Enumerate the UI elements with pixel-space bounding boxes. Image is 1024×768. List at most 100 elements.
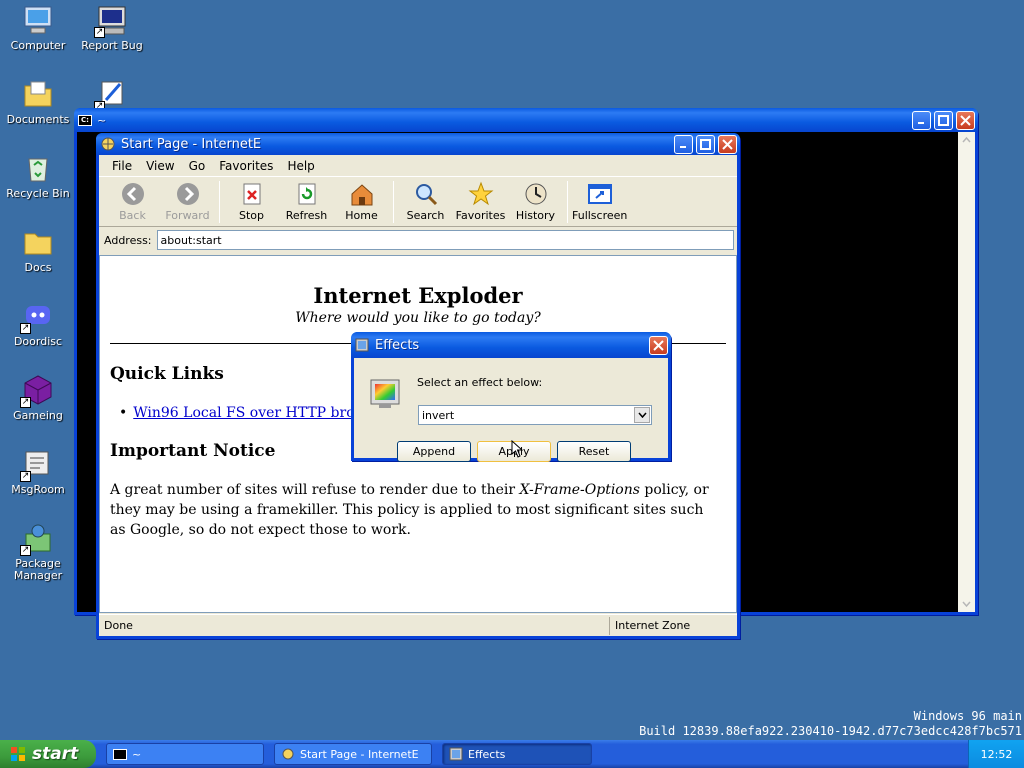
terminal-scrollbar[interactable] [958,132,975,612]
effects-prompt: Select an effect below: [417,376,543,389]
status-text: Done [104,619,133,632]
browser-close-button[interactable] [718,134,737,154]
menu-item-view[interactable]: View [139,159,181,173]
desktop-icon-documents[interactable]: Documents [0,78,76,126]
browser-app-icon [101,137,115,151]
history-button[interactable]: History [508,181,563,222]
effects-dialog[interactable]: Effects Select an effect below: invert A… [351,332,671,462]
browser-minimize-button[interactable] [674,134,693,154]
menu-item-help[interactable]: Help [280,159,321,173]
favorites-button[interactable]: Favorites [453,181,508,222]
desktop-icon-doordisc[interactable]: ↗ Doordisc [0,300,76,348]
start-button[interactable]: start [0,740,96,768]
stop-icon [239,181,265,207]
page-tagline: Where would you like to go today? [295,310,541,326]
terminal-task-icon [113,748,127,760]
desktop-icon-label: Report Bug [81,39,143,52]
desktop-icon-recycle-bin[interactable]: Recycle Bin [0,152,76,200]
package-manager-icon: ↗ [20,522,54,556]
terminal-close-button[interactable] [956,110,975,130]
desktop-icon-computer[interactable]: Computer [0,4,76,52]
desktop-icon-label: MsgRoom [11,483,65,496]
computer-icon [22,4,54,36]
toolbar-button-label: Favorites [455,209,506,222]
menu-item-file[interactable]: File [105,159,139,173]
refresh-icon [294,181,320,207]
desktop-icon-report-bug[interactable]: ↗ Report Bug [74,4,150,52]
clock[interactable]: 12:52 [981,748,1013,761]
desktop-icon-gameing[interactable]: ↗ Gameing [0,374,76,422]
desktop-icon-package-manager[interactable]: ↗ Package Manager [0,522,76,582]
menu-item-go[interactable]: Go [182,159,213,173]
chevron-down-icon [637,412,647,418]
append-button[interactable]: Append [397,441,471,462]
taskbar: start ~ Start Page - InternetE Effects 1… [0,740,1024,768]
effect-select[interactable]: invert [418,405,652,425]
back-arrow-icon [120,181,146,207]
scroll-up-arrow-icon[interactable] [958,132,975,149]
home-button[interactable]: Home [334,181,389,222]
menu-item-favorites[interactable]: Favorites [212,159,280,173]
notice-paragraph: A great number of sites will refuse to r… [110,480,718,540]
desktop-icon-msgroom[interactable]: ↗ MsgRoom [0,448,76,496]
browser-toolbar: Back Forward Stop Refresh Home Search Favorite… [99,177,737,227]
fullscreen-button[interactable]: Fullscreen [572,181,627,222]
browser-maximize-button[interactable] [696,134,715,154]
watermark-line2: Build 12839.88efa922.230410-1942.d77c73e… [639,724,1022,738]
shortcut-arrow-icon: ↗ [20,471,31,482]
effects-app-icon [355,338,369,352]
effects-close-button[interactable] [649,335,668,355]
scroll-down-arrow-icon[interactable] [958,595,975,612]
build-watermark: Windows 96 main Build 12839.88efa922.230… [639,709,1022,739]
refresh-button[interactable]: Refresh [279,181,334,222]
documents-icon [22,78,54,110]
task-browser[interactable]: Start Page - InternetE [274,743,432,765]
report-bug-icon: ↗ [94,4,128,38]
status-bar: Done Internet Zone [99,614,737,636]
desktop-icon-label: Package Manager [13,557,63,582]
stop-button[interactable]: Stop [224,181,279,222]
notice-italic: X-Frame-Options [519,482,640,498]
dropdown-button[interactable] [634,407,650,423]
task-browser-label: Start Page - InternetE [300,747,419,761]
toolbar-button-label: Search [406,209,445,222]
reset-button[interactable]: Reset [557,441,631,462]
address-input[interactable] [156,230,734,250]
notice-text-1: A great number of sites will refuse to r… [110,482,520,498]
fullscreen-icon [587,181,613,207]
effects-task-icon [449,747,463,761]
desktop-icon-label: Computer [10,39,66,52]
page-heading: Internet Exploder [313,283,523,308]
terminal-app-icon: C: [78,114,92,126]
shortcut-arrow-icon: ↗ [94,27,105,38]
toolbar-button-label: Back [119,209,146,222]
terminal-maximize-button[interactable] [934,110,953,130]
desktop-icon-docs[interactable]: Docs [0,226,76,274]
shortcut-arrow-icon: ↗ [20,397,31,408]
msgroom-icon: ↗ [20,448,54,482]
task-terminal[interactable]: ~ [106,743,264,765]
effects-title: Effects [375,337,420,353]
shortcut-arrow-icon: ↗ [20,323,31,334]
task-effects-label: Effects [468,747,506,761]
desktop-icon-label: Gameing [13,409,63,422]
zone-text: Internet Zone [615,619,691,632]
task-effects[interactable]: Effects [442,743,592,765]
toolbar-separator [567,181,568,223]
history-icon [523,181,549,207]
forward-button[interactable]: Forward [160,181,215,222]
address-bar: Address: [99,227,737,253]
toolbar-button-label: Home [345,209,378,222]
bullet: • [119,405,128,421]
quick-link[interactable]: Win96 Local FS over HTTP brov [133,405,362,421]
search-button[interactable]: Search [398,181,453,222]
shortcut-arrow-icon: ↗ [20,545,31,556]
toolbar-button-label: Stop [238,209,264,222]
forward-arrow-icon [175,181,201,207]
back-button[interactable]: Back [105,181,160,222]
terminal-minimize-button[interactable] [912,110,931,130]
effect-select-value: invert [422,408,455,422]
desktop-icon-label: Recycle Bin [6,187,70,200]
terminal-title: ~ [97,113,107,127]
doordisc-icon: ↗ [20,300,54,334]
